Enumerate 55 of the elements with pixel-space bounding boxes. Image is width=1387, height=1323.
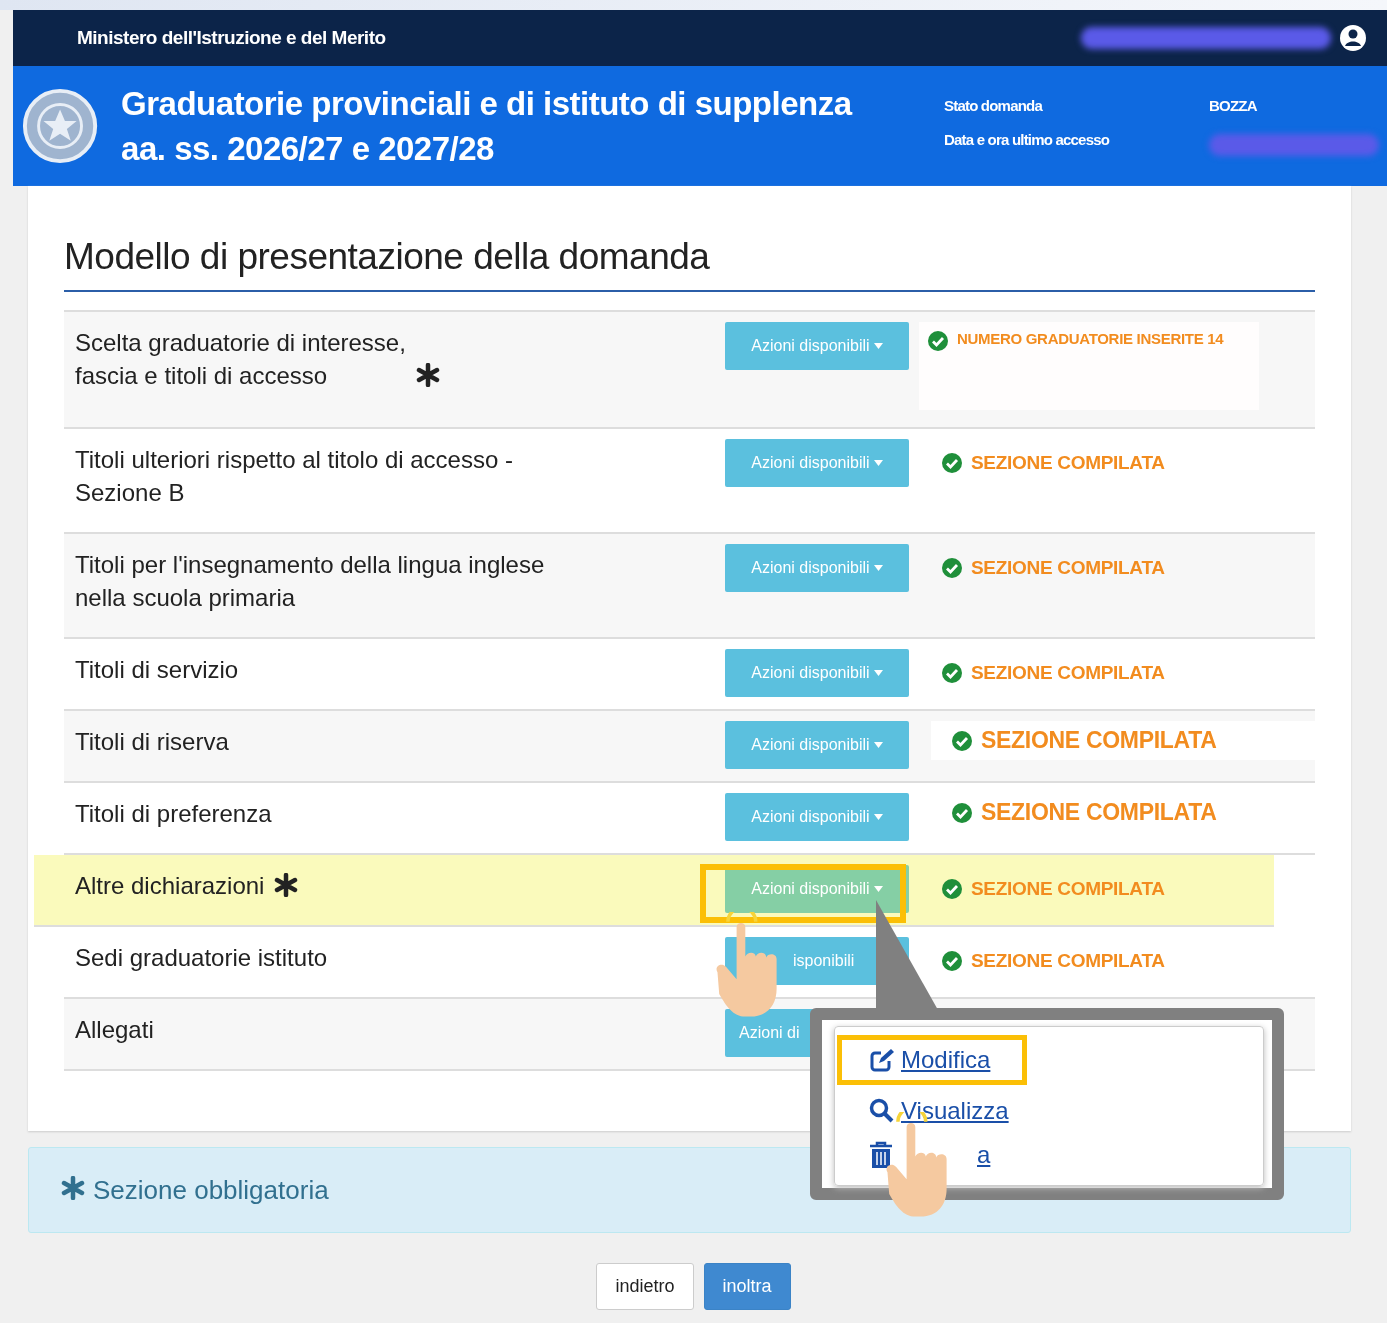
section-status: SEZIONE COMPILATA — [919, 439, 1315, 487]
app-title: Graduatorie provinciali e di istituto di supplenza — [121, 84, 854, 124]
check-circle-icon — [951, 801, 973, 824]
caret-icon — [873, 742, 883, 748]
app-title: aa. ss. 2026/27 e 2027/28 — [121, 129, 495, 169]
trash-icon — [869, 1141, 893, 1169]
actions-button[interactable]: Azioni disponibili — [725, 721, 909, 769]
check-circle-icon — [941, 662, 963, 684]
check-circle-icon — [927, 330, 949, 352]
section-status: SEZIONE COMPILATA — [919, 865, 1274, 913]
check-circle-icon — [941, 950, 963, 972]
ministry-name: Ministero dell'Istruzione e del Merito — [77, 27, 386, 49]
check-circle-icon — [941, 557, 963, 579]
forward-button[interactable]: inoltra — [703, 1263, 791, 1310]
section-status: SEZIONE COMPILATA — [919, 649, 1315, 697]
caret-icon — [873, 565, 883, 571]
section-label: Titoli di preferenza — [75, 799, 272, 829]
section-status: NUMERO GRADUATORIE INSERITE 14 — [919, 322, 1259, 410]
status-value: BOZZA — [1209, 96, 1258, 114]
actions-button[interactable]: Azioni disponibili — [725, 544, 909, 592]
menu-item[interactable]: a — [845, 1137, 1035, 1173]
check-circle-icon — [941, 878, 963, 900]
section-status: SEZIONE COMPILATA — [931, 721, 1315, 760]
actions-button[interactable]: Azioni disponibili — [725, 439, 909, 487]
caret-icon — [873, 343, 883, 349]
section-label: Titoli per l'insegnamento della lingua inglese nella scuola primaria — [75, 550, 545, 613]
back-button[interactable]: indietro — [596, 1263, 694, 1310]
section-label: Titoli di riserva — [75, 727, 229, 757]
section-label: Sedi graduatorie istituto — [75, 943, 328, 973]
caret-icon — [873, 460, 883, 466]
caret-icon — [873, 670, 883, 676]
section-label: Scelta graduatorie di interesse, fascia e titoli di accesso — [75, 328, 406, 391]
status-label: Stato domanda — [944, 96, 1044, 114]
user-icon[interactable] — [1339, 24, 1367, 52]
edit-icon — [869, 1047, 895, 1073]
caret-icon — [873, 814, 883, 820]
section-label: Titoli di servizio — [75, 655, 239, 685]
section-label: Altre dichiarazioni — [75, 871, 265, 901]
access-label: Data e ora ultimo accesso — [944, 131, 1111, 148]
menu-item[interactable]: Modifica — [837, 1035, 1027, 1085]
actions-button[interactable]: Azioni disponibili — [725, 793, 909, 841]
section-label: Titoli ulteriori rispetto al titolo di accesso - Sezione B — [75, 445, 513, 508]
asterisk-icon — [61, 1175, 85, 1200]
check-circle-icon — [951, 729, 973, 752]
section-label: Allegati — [75, 1015, 154, 1045]
menu-item[interactable]: Visualizza — [845, 1093, 1035, 1129]
caret-icon — [873, 886, 883, 892]
section-status: SEZIONE COMPILATA — [919, 544, 1315, 592]
check-circle-icon — [941, 452, 963, 474]
legend-text: Sezione obbligatoria — [93, 1174, 329, 1206]
actions-button[interactable]: Azioni disponibili — [725, 322, 909, 370]
search-icon — [869, 1098, 895, 1124]
page-title: Modello di presentazione della domanda — [64, 236, 1315, 292]
actions-button[interactable]: Azioni disponibili — [725, 649, 909, 697]
section-status: SEZIONE COMPILATA — [919, 937, 1315, 985]
